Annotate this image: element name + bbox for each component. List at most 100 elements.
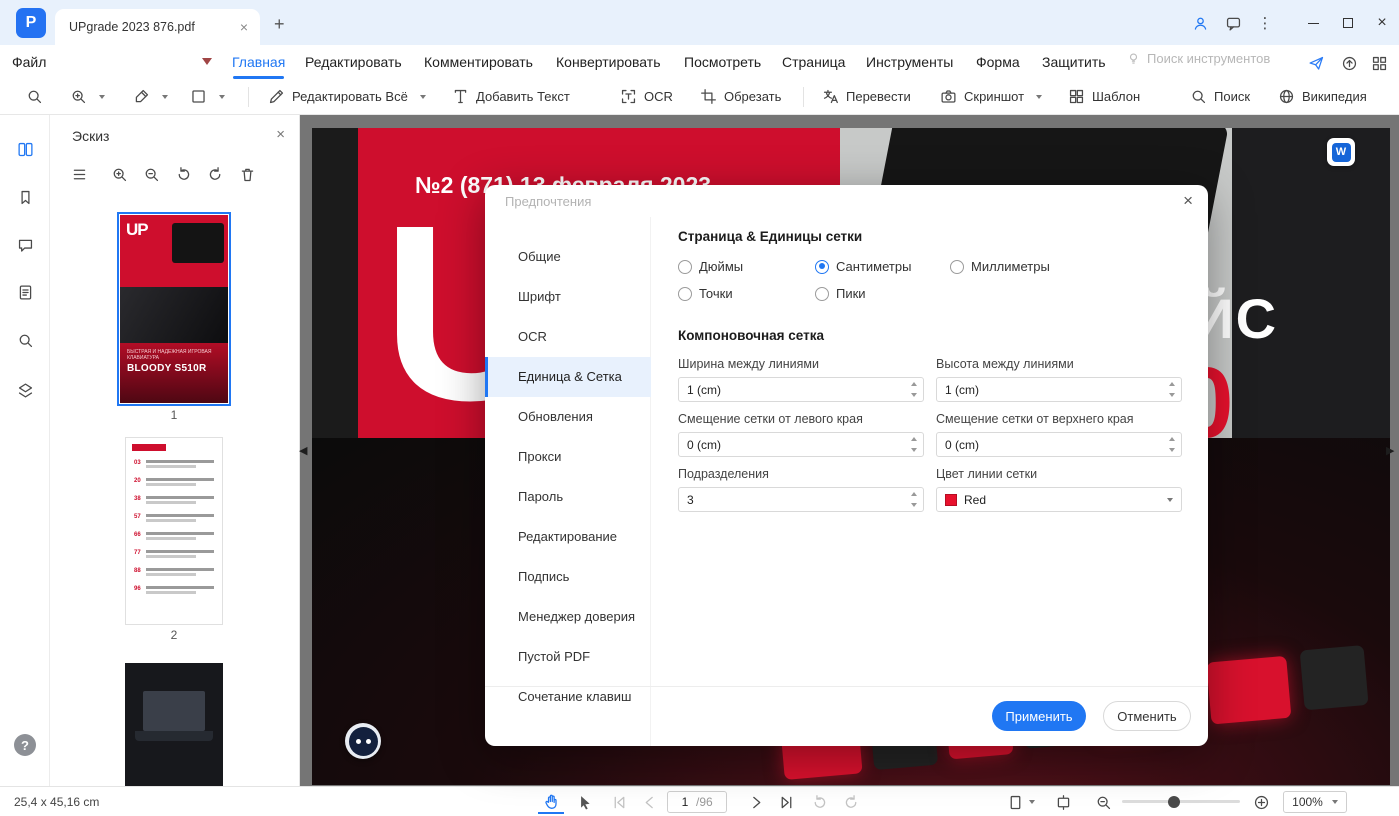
share-button[interactable] [1305, 52, 1327, 74]
thumb-zoom-in-button[interactable] [108, 163, 130, 185]
feedback-button[interactable] [1221, 11, 1245, 35]
nav-item-editing[interactable]: Редактирование [485, 517, 651, 557]
cancel-button[interactable]: Отменить [1103, 701, 1191, 731]
radio-points[interactable]: Точки [678, 286, 733, 301]
grid-color-select[interactable]: Red [936, 487, 1182, 512]
rotate-right-button[interactable] [204, 163, 226, 185]
thumb-zoom-out-button[interactable] [140, 163, 162, 185]
document-tab[interactable]: UPgrade 2023 876.pdf × [55, 9, 260, 45]
sidebar-attachments-button[interactable] [13, 280, 37, 304]
nav-item-proxy[interactable]: Прокси [485, 437, 651, 477]
radio-picas[interactable]: Пики [815, 286, 866, 301]
sidebar-search-button[interactable] [13, 328, 37, 352]
spinner-down-icon[interactable] [911, 503, 917, 507]
select-zoom-tool-button[interactable] [26, 79, 43, 114]
menu-edit[interactable]: Редактировать [305, 52, 402, 72]
nav-item-ocr[interactable]: OCR [485, 317, 651, 357]
next-view-button[interactable] [838, 790, 864, 814]
ribbon-collapse-caret-icon[interactable] [202, 58, 212, 65]
apps-grid-button[interactable] [1368, 52, 1390, 74]
menu-page[interactable]: Страница [782, 52, 845, 72]
zoom-slider[interactable] [1122, 795, 1240, 808]
spinner-down-icon[interactable] [1169, 448, 1175, 452]
page-view-mode-button[interactable] [1003, 790, 1039, 814]
radio-centimeters[interactable]: Сантиметры [815, 259, 911, 274]
maximize-button[interactable] [1338, 13, 1358, 33]
thumb-list-options-button[interactable] [68, 163, 90, 185]
zoom-level-select[interactable]: 100% [1283, 791, 1347, 813]
edit-all-button[interactable]: Редактировать Всё [268, 79, 426, 114]
search-button[interactable]: Поиск [1190, 79, 1250, 114]
add-text-button[interactable]: Добавить Текст [452, 79, 570, 114]
sidebar-stamps-button[interactable] [13, 378, 37, 402]
radio-millimeters[interactable]: Миллиметры [950, 259, 1050, 274]
next-page-button[interactable] [742, 790, 768, 814]
spinner-down-icon[interactable] [911, 393, 917, 397]
spinner-up-icon[interactable] [911, 437, 917, 441]
prev-page-button[interactable] [637, 790, 663, 814]
page-number-input[interactable] [674, 795, 696, 809]
sidebar-bookmarks-button[interactable] [13, 185, 37, 209]
zoom-out-button[interactable] [1090, 790, 1116, 814]
nav-item-font[interactable]: Шрифт [485, 277, 651, 317]
translate-button[interactable]: Перевести [822, 79, 911, 114]
apply-button[interactable]: Применить [992, 701, 1086, 731]
page-thumbnail-2[interactable]: 03 20 38 57 66 77 88 96 [125, 437, 223, 625]
nav-item-password[interactable]: Пароль [485, 477, 651, 517]
zoom-in-button[interactable] [1248, 790, 1274, 814]
expand-right-panel-button[interactable]: ▶ [1386, 444, 1394, 457]
grid-width-input[interactable] [679, 378, 923, 401]
menu-form[interactable]: Форма [976, 52, 1020, 72]
first-page-button[interactable] [606, 790, 632, 814]
ocr-button[interactable]: OCR [620, 79, 673, 114]
help-button[interactable]: ? [14, 734, 36, 756]
zoom-slider-knob[interactable] [1168, 795, 1180, 808]
tab-close-icon[interactable]: × [238, 19, 250, 35]
nav-item-updates[interactable]: Обновления [485, 397, 651, 437]
nav-item-unit-grid[interactable]: Единица & Сетка [485, 357, 651, 397]
more-menu-button[interactable]: ⋮ [1253, 11, 1277, 35]
sidebar-thumbnails-button[interactable] [13, 137, 37, 161]
spinner-up-icon[interactable] [1169, 382, 1175, 386]
menu-protect[interactable]: Защитить [1042, 52, 1106, 72]
previous-view-button[interactable] [806, 790, 832, 814]
template-button[interactable]: Шаблон [1068, 79, 1140, 114]
shape-tool-button[interactable] [190, 79, 225, 114]
delete-page-button[interactable] [236, 163, 258, 185]
new-tab-button[interactable]: + [274, 14, 285, 35]
menu-view[interactable]: Посмотреть [684, 52, 761, 72]
upload-cloud-button[interactable] [1338, 52, 1360, 74]
wikipedia-button[interactable]: Википедия [1278, 79, 1367, 114]
close-window-button[interactable]: × [1372, 13, 1392, 33]
spinner-up-icon[interactable] [1169, 437, 1175, 441]
screenshot-button[interactable]: Скриншот [940, 79, 1043, 114]
panel-close-icon[interactable]: × [276, 126, 285, 143]
dialog-close-icon[interactable]: × [1183, 191, 1193, 211]
grid-offset-top-input[interactable] [937, 433, 1181, 456]
last-page-button[interactable] [773, 790, 799, 814]
select-tool-button[interactable] [571, 790, 597, 814]
tool-search-field[interactable]: Поиск инструментов [1126, 51, 1270, 66]
spinner-down-icon[interactable] [911, 448, 917, 452]
page-thumbnail-1[interactable]: UP БЫСТРАЯ И НАДЕЖНАЯ ИГРОВАЯ КЛАВИАТУРА… [117, 212, 231, 406]
export-to-word-button[interactable]: W [1327, 138, 1355, 166]
zoom-area-tool-button[interactable] [70, 79, 105, 114]
highlight-tool-button[interactable] [133, 79, 168, 114]
spinner-up-icon[interactable] [911, 382, 917, 386]
menu-home[interactable]: Главная [232, 52, 285, 79]
menu-tools[interactable]: Инструменты [866, 52, 953, 72]
subdivisions-input[interactable] [679, 488, 923, 511]
nav-item-trust-manager[interactable]: Менеджер доверия [485, 597, 651, 637]
crop-button[interactable]: Обрезать [700, 79, 781, 114]
grid-offset-left-input[interactable] [679, 433, 923, 456]
nav-item-blank-pdf[interactable]: Пустой PDF [485, 637, 651, 677]
menu-comment[interactable]: Комментировать [424, 52, 533, 72]
grid-height-input[interactable] [937, 378, 1181, 401]
rotate-left-button[interactable] [172, 163, 194, 185]
hand-tool-button[interactable] [538, 790, 564, 814]
spinner-down-icon[interactable] [1169, 393, 1175, 397]
nav-item-general[interactable]: Общие [485, 237, 651, 277]
menu-file[interactable]: Файл [12, 52, 46, 72]
scroll-mode-button[interactable] [1050, 790, 1076, 814]
radio-inches[interactable]: Дюймы [678, 259, 743, 274]
